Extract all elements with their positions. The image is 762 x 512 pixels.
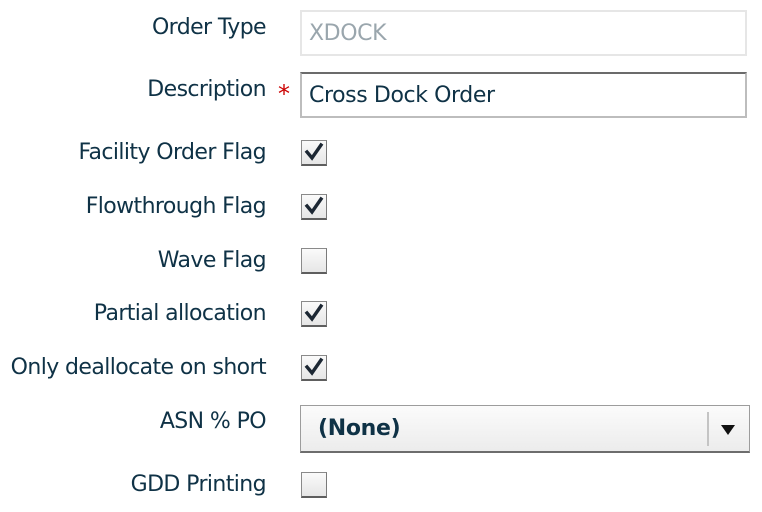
flowthrough-flag-label: Flowthrough Flag — [85, 194, 267, 219]
order-type-label: Order Type — [151, 15, 267, 40]
asn-po-selected-value: (None) — [318, 416, 401, 441]
asn-po-label: ASN % PO — [159, 409, 267, 434]
wave-flag-label: Wave Flag — [157, 248, 267, 273]
gdd-printing-label: GDD Printing — [130, 472, 267, 497]
partial-allocation-checkbox[interactable] — [301, 301, 327, 327]
flowthrough-flag-checkbox[interactable] — [301, 194, 327, 220]
only-deallocate-label: Only deallocate on short — [10, 355, 267, 380]
description-label: Description — [147, 77, 266, 102]
order-type-field: XDOCK — [300, 10, 747, 56]
checkmark-icon — [304, 196, 324, 215]
required-marker: * — [278, 80, 290, 108]
only-deallocate-checkbox[interactable] — [301, 355, 327, 381]
description-input[interactable]: Cross Dock Order — [300, 72, 747, 118]
facility-order-flag-label: Facility Order Flag — [78, 140, 266, 165]
partial-allocation-label: Partial allocation — [93, 301, 267, 326]
gdd-printing-checkbox[interactable] — [301, 472, 327, 498]
checkmark-icon — [304, 142, 324, 161]
asn-po-select[interactable]: (None) — [300, 405, 750, 453]
dropdown-arrow-icon[interactable] — [721, 425, 735, 435]
checkmark-icon — [304, 357, 324, 376]
select-divider — [707, 412, 709, 446]
facility-order-flag-checkbox[interactable] — [301, 140, 327, 166]
wave-flag-checkbox[interactable] — [301, 248, 327, 274]
checkmark-icon — [304, 303, 324, 322]
